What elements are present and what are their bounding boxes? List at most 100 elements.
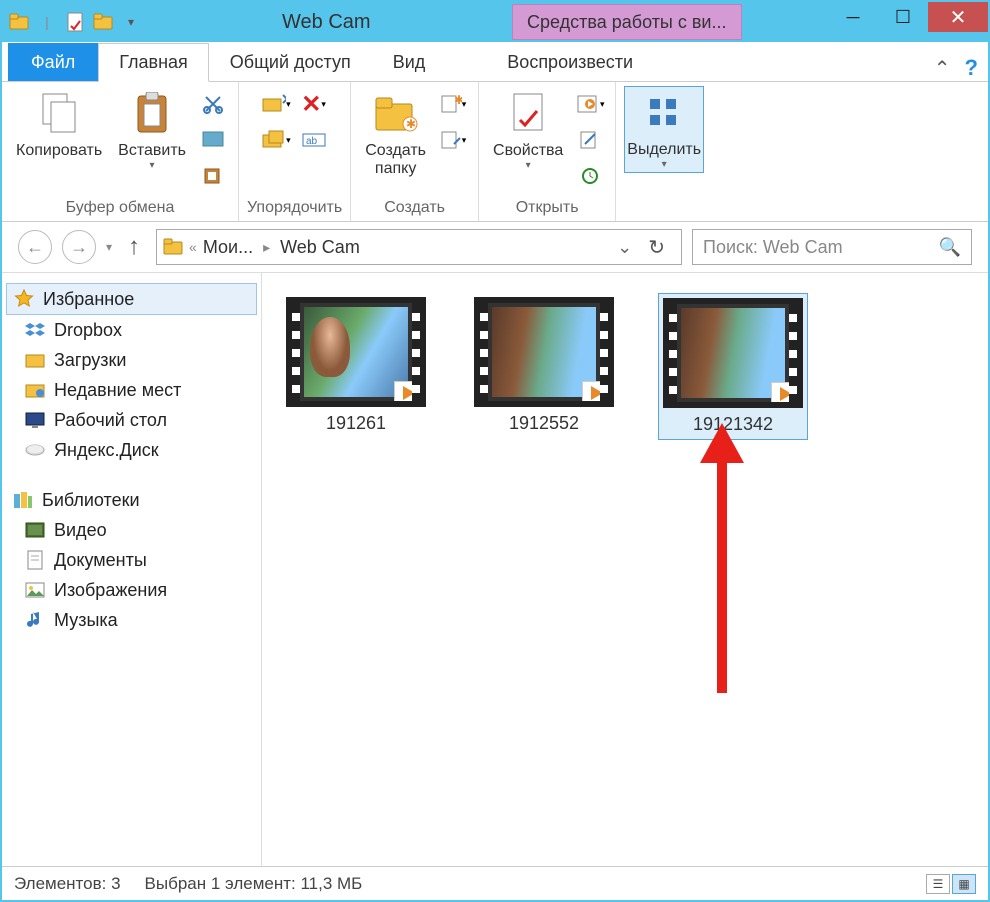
properties-icon[interactable] xyxy=(64,11,86,33)
window-title: Web Cam xyxy=(282,11,371,34)
sidebar-yandex-disk[interactable]: Яндекс.Диск xyxy=(2,435,261,465)
sidebar-images[interactable]: Изображения xyxy=(2,575,261,605)
new-folder-button[interactable]: ✱ Создать папку xyxy=(359,86,432,182)
breadcrumb-seg2[interactable]: Web Cam xyxy=(280,237,360,258)
clipboard-group-label: Буфер обмена xyxy=(66,197,175,219)
address-bar[interactable]: « Мои... ▸ Web Cam ⌄ ↻ xyxy=(156,229,682,265)
copy-label: Копировать xyxy=(16,142,102,160)
context-tab-video-tools[interactable]: Средства работы с ви... xyxy=(512,4,742,40)
sidebar-video[interactable]: Видео xyxy=(2,515,261,545)
chevron-right-icon[interactable]: ▸ xyxy=(259,239,274,256)
star-icon xyxy=(13,288,35,310)
group-select: Выделить ▾ xyxy=(616,82,712,221)
easy-access-button[interactable]: ▾ xyxy=(438,126,468,154)
tab-share[interactable]: Общий доступ xyxy=(209,43,372,81)
svg-text:✱: ✱ xyxy=(406,117,416,131)
svg-text:✱: ✱ xyxy=(454,94,462,107)
refresh-button[interactable]: ↻ xyxy=(638,235,675,260)
sidebar-dropbox[interactable]: Dropbox xyxy=(2,315,261,345)
tab-play[interactable]: Воспроизвести xyxy=(486,43,654,81)
paste-button[interactable]: Вставить ▾ xyxy=(112,86,192,175)
history-dropdown-icon[interactable]: ▾ xyxy=(106,240,112,254)
properties-label: Свойства xyxy=(493,142,563,160)
organize-group-label: Упорядочить xyxy=(247,197,342,219)
edit-button[interactable] xyxy=(575,126,605,154)
sidebar-libraries[interactable]: Библиотеки xyxy=(2,485,261,515)
search-icon[interactable]: 🔍 xyxy=(939,237,961,258)
breadcrumb-seg1[interactable]: Мои... xyxy=(203,237,253,258)
copy-path-button[interactable] xyxy=(198,126,228,154)
sidebar-documents[interactable]: Документы xyxy=(2,545,261,575)
file-item[interactable]: 19121342 xyxy=(658,293,808,440)
sidebar-downloads[interactable]: Загрузки xyxy=(2,345,261,375)
icons-view-button[interactable]: ▦ xyxy=(952,874,976,894)
file-list[interactable]: 191261 1912552 19121342 xyxy=(262,273,988,866)
recent-icon xyxy=(24,379,46,401)
collapse-ribbon-icon[interactable]: ⌃ xyxy=(934,56,951,81)
group-new: ✱ Создать папку ✱▾ ▾ Создать xyxy=(351,82,479,221)
video-thumbnail xyxy=(286,297,426,407)
disk-icon xyxy=(24,439,46,461)
group-open: Свойства ▾ ▾ Открыть xyxy=(479,82,616,221)
sidebar-desktop[interactable]: Рабочий стол xyxy=(2,405,261,435)
tab-view[interactable]: Вид xyxy=(372,43,447,81)
status-selection: Выбран 1 элемент: 11,3 МБ xyxy=(145,874,363,894)
paste-label: Вставить xyxy=(118,142,186,160)
play-icon xyxy=(582,381,612,405)
properties-button[interactable]: Свойства ▾ xyxy=(487,86,569,175)
paste-shortcut-button[interactable] xyxy=(198,162,228,190)
search-input[interactable]: Поиск: Web Cam 🔍 xyxy=(692,229,972,265)
file-item[interactable]: 191261 xyxy=(282,293,430,438)
new-group-label: Создать xyxy=(384,197,445,219)
up-button[interactable]: ↑ xyxy=(122,233,146,261)
maximize-button[interactable]: ☐ xyxy=(878,2,928,32)
forward-button[interactable]: → xyxy=(62,230,96,264)
sidebar-music[interactable]: Музыка xyxy=(2,605,261,635)
dropbox-icon xyxy=(24,319,46,341)
file-item[interactable]: 1912552 xyxy=(470,293,618,438)
play-icon xyxy=(771,382,801,406)
select-button[interactable]: Выделить ▾ xyxy=(624,86,704,173)
rename-button[interactable]: ab xyxy=(299,126,329,154)
status-bar: Элементов: 3 Выбран 1 элемент: 11,3 МБ ☰… xyxy=(2,866,988,900)
history-button[interactable] xyxy=(575,162,605,190)
music-icon xyxy=(24,609,46,631)
ribbon: Копировать Вставить ▾ Буфер обмена ▾ xyxy=(2,82,988,222)
address-dropdown-icon[interactable]: ⌄ xyxy=(617,237,632,258)
tab-file[interactable]: Файл xyxy=(8,43,98,81)
titlebar: | ▾ Web Cam Средства работы с ви... ─ ☐ … xyxy=(2,2,988,42)
minimize-button[interactable]: ─ xyxy=(828,2,878,32)
delete-button[interactable]: ✕▾ xyxy=(299,90,329,118)
tab-home[interactable]: Главная xyxy=(98,43,209,82)
new-folder-icon[interactable] xyxy=(92,11,114,33)
status-item-count: Элементов: 3 xyxy=(14,874,121,894)
close-button[interactable]: ✕ xyxy=(928,2,988,32)
back-button[interactable]: ← xyxy=(18,230,52,264)
quick-access-toolbar: | ▾ xyxy=(2,2,148,42)
play-icon xyxy=(394,381,424,405)
folder-icon xyxy=(163,238,183,256)
sidebar-favorites[interactable]: Избранное xyxy=(6,283,257,315)
file-name: 19121342 xyxy=(693,414,773,435)
ribbon-tabs: Файл Главная Общий доступ Вид Воспроизве… xyxy=(2,42,988,82)
open-button[interactable]: ▾ xyxy=(575,90,605,118)
details-view-button[interactable]: ☰ xyxy=(926,874,950,894)
move-to-button[interactable]: ▾ xyxy=(261,90,291,118)
cut-button[interactable] xyxy=(198,90,228,118)
navigation-bar: ← → ▾ ↑ « Мои... ▸ Web Cam ⌄ ↻ Поиск: We… xyxy=(2,222,988,272)
sidebar-recent[interactable]: Недавние мест xyxy=(2,375,261,405)
select-label: Выделить xyxy=(627,141,701,159)
separator-icon: | xyxy=(36,11,58,33)
copy-button[interactable]: Копировать xyxy=(10,86,108,164)
search-placeholder: Поиск: Web Cam xyxy=(703,237,843,258)
copy-to-button[interactable]: ▾ xyxy=(261,126,291,154)
new-item-button[interactable]: ✱▾ xyxy=(438,90,468,118)
qat-dropdown-icon[interactable]: ▾ xyxy=(120,11,142,33)
explorer-window: | ▾ Web Cam Средства работы с ви... ─ ☐ … xyxy=(0,0,990,902)
folder-icon xyxy=(8,11,30,33)
help-icon[interactable]: ? xyxy=(965,55,978,81)
view-mode-toggle: ☰ ▦ xyxy=(926,874,976,894)
folder-icon xyxy=(24,349,46,371)
window-controls: ─ ☐ ✕ xyxy=(828,2,988,32)
video-icon xyxy=(24,519,46,541)
